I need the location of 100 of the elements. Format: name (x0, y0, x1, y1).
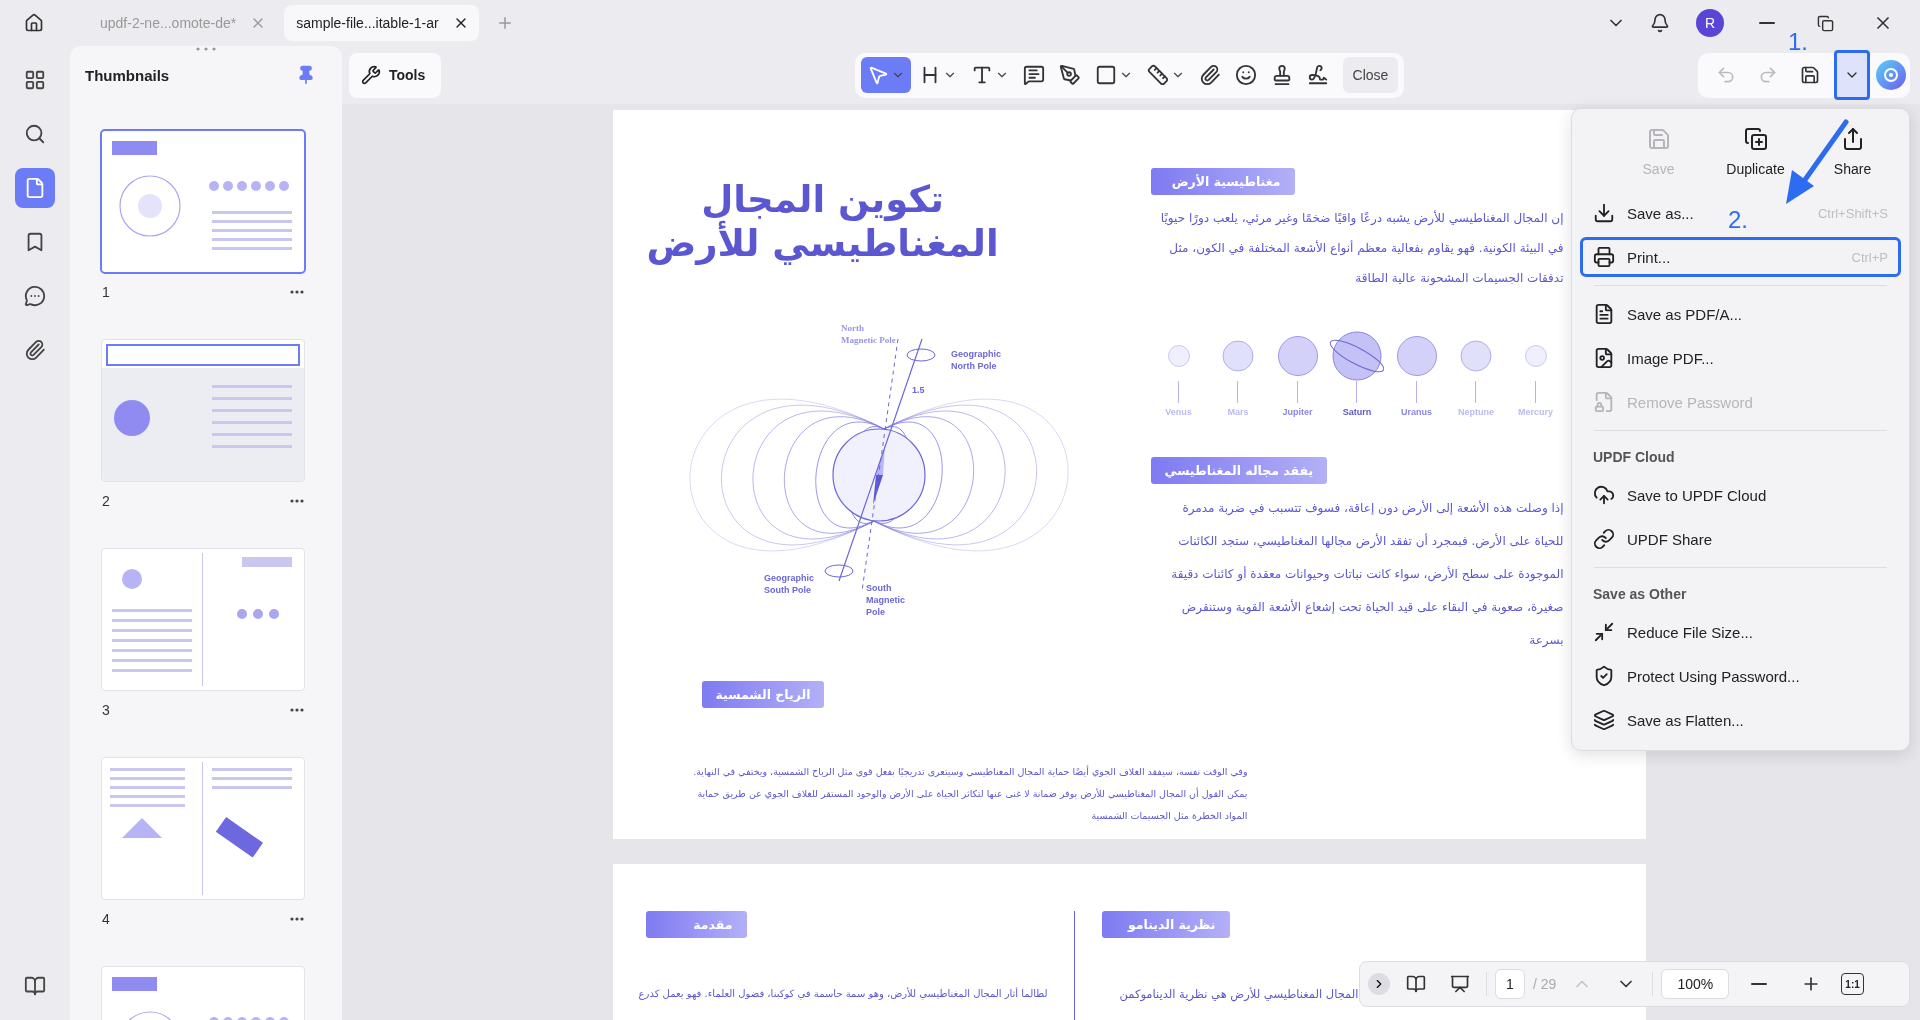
paragraph: وفي الوقت نفسه، سيفقد الغلاف الجوي أيضًا حماية المجال المغناطيسي وسيتعرى تدريجيًا بفعل قوى مثل الرياح الشمسية، ويختفي في النهاية. يمكن القول أن المجال المغناطيسي للأرض يوفر ضمانة لا غنى عنها لتكاثر الحياة على الأرض والوجود المستقر للغلاف الجوي عن طريق حماية المواد الخطرة مثل الجسيمات الشمسية (692, 764, 1248, 823)
menu-item[interactable]: Protect Using Password... (1580, 656, 1901, 696)
document-tab[interactable]: sample-file...itable-1-ar (284, 5, 479, 41)
close-tools-button[interactable]: Close (1342, 57, 1399, 93)
menu-item[interactable]: Reduce File Size... (1580, 612, 1901, 652)
menu-item[interactable]: Save to UPDF Cloud (1580, 475, 1901, 515)
assistant-button[interactable] (1876, 60, 1906, 90)
tick-mark (1534, 381, 1537, 403)
shield-icon (1593, 665, 1615, 687)
more-icon[interactable] (290, 917, 304, 921)
menu-section-title: Save as Other (1592, 585, 1688, 604)
paperclip-icon (1198, 64, 1221, 86)
tick-mark (1475, 381, 1477, 403)
page-number-field[interactable]: 1 (1495, 969, 1525, 999)
menu-action[interactable]: Share (1807, 121, 1898, 183)
presentation-icon (1450, 974, 1470, 994)
planet-label: Uranus (1401, 407, 1432, 417)
section-heading: يفقد مجاله المغناطيسي (1150, 457, 1328, 484)
section-heading: الرياح الشمسية (701, 681, 825, 708)
user-avatar[interactable]: R (1696, 9, 1724, 37)
tick-mark (1296, 381, 1299, 403)
sticker-icon (1234, 64, 1257, 86)
pin-icon[interactable] (296, 65, 316, 85)
page-title: تكوين المجال المغناطيسي للأرض (645, 178, 1000, 267)
grid-icon (24, 69, 46, 91)
tick-mark (1237, 381, 1239, 403)
diagram-label: 1.5 (911, 384, 924, 395)
menu-section-title: UPDF Cloud (1592, 448, 1676, 467)
comment-icon (1022, 64, 1045, 86)
document-icon (1593, 303, 1615, 325)
page-thumbnail[interactable] (102, 340, 304, 481)
page-number: 3 (102, 702, 110, 718)
page-number: 2 (102, 493, 110, 509)
panel-title: Thumbnails (85, 66, 170, 84)
diagram-label: Geographic North Pole (950, 348, 1001, 371)
printer-icon (1593, 246, 1615, 268)
diagram-label: South Magnetic Pole (865, 582, 905, 617)
comment-icon (24, 285, 46, 307)
planet-label: Venus (1165, 407, 1192, 417)
menu-item[interactable]: Save as Flatten... (1580, 700, 1901, 740)
planet-label: Mercury (1518, 407, 1553, 417)
tick-mark (1415, 381, 1418, 403)
locked-file-icon (1593, 391, 1615, 413)
section-heading: نظرية الدينامو (1101, 911, 1230, 938)
save-as-icon (1593, 202, 1615, 224)
page-thumbnail[interactable] (102, 758, 304, 899)
step-annotation: 1. (1788, 28, 1808, 56)
actual-size-button[interactable]: 1:1 (1841, 973, 1864, 995)
more-icon[interactable] (290, 290, 304, 294)
paragraph: إذا وصلت هذه الأشعة إلى الأرض دون إعاقة، فسوف تتسبب في ضربة مدمرة للحياة على الأرض. فبمجرد أن تفقد الأرض مجالها المغناطيسي، ستجد الكائنات الموجودة على سطح الأرض، سواء كانت نباتات وحيوانات معقدة أو كائنات دقيقة صغيرة، صعوبة في البقاء على قيد الحياة تحت إشعاع الأشعة القوية وستنقرض بسرعة (1170, 499, 1564, 649)
paragraph: إن المجال المغناطيسي للأرض يشبه درعًا واقيًا ضخمًا وغير مرئي، يلعب دورًا حيويًا في البيئة الكونية. فهو يقاوم بفعالية معظم أنواع الأشعة المختلفة في الكون، مثل تدفقات الجسيمات المشحونة عالية الطاقة (1159, 209, 1564, 287)
toolbox-icon (361, 65, 381, 85)
tick-mark (1177, 381, 1180, 403)
more-icon[interactable] (290, 708, 304, 712)
paperclip-icon (24, 339, 46, 361)
assistant-icon (1883, 67, 1899, 83)
search-icon (24, 123, 46, 145)
page-thumbnail[interactable] (102, 131, 304, 272)
bell-icon (1650, 13, 1670, 33)
page-icon (24, 177, 46, 199)
layers-icon (1593, 709, 1615, 731)
cloud-upload-icon (1593, 484, 1615, 506)
menu-item[interactable]: Image PDF... (1580, 338, 1901, 378)
paragraph: لطالما أثار المجال المغناطيسي للأرض، وهو سمة حاسمة في كوكبنا، فضول العلماء. فهو يعمل كدرع (638, 986, 1049, 1002)
planet-label: Jupiter (1282, 407, 1313, 417)
planet-label: Neptune (1458, 407, 1494, 417)
menu-item[interactable]: UPDF Share (1580, 519, 1901, 559)
ruler-icon (1146, 64, 1169, 86)
tick-mark (1356, 381, 1358, 403)
diagram-label: Geographic South Pole (763, 572, 814, 595)
menu-action[interactable]: Duplicate (1710, 121, 1801, 183)
drag-handle-icon[interactable] (195, 46, 217, 52)
page-thumbnail[interactable] (102, 549, 304, 690)
expand-button[interactable] (1368, 973, 1390, 995)
more-icon[interactable] (290, 499, 304, 503)
save-icon (1800, 65, 1820, 85)
restore-icon (1816, 14, 1834, 32)
page-total: / 29 (1533, 976, 1557, 992)
sidebar-button[interactable] (15, 168, 55, 208)
section-heading: مغناطيسية الأرض (1150, 168, 1295, 195)
two-page-icon (1406, 974, 1426, 994)
square-icon (1094, 64, 1117, 86)
undo-icon (1716, 65, 1736, 85)
tools-button[interactable]: Tools (349, 52, 441, 98)
link-icon (1593, 528, 1615, 550)
zoom-field[interactable]: 100% (1661, 969, 1730, 999)
menu-item[interactable]: Save as PDF/A... (1580, 294, 1901, 334)
planet-label: Mars (1227, 407, 1249, 417)
save-icon (1646, 127, 1671, 151)
image-file-icon (1593, 347, 1615, 369)
planet-label: Saturn (1342, 407, 1372, 417)
diagram-label: North Magnetic Pole (840, 322, 896, 345)
pen-icon (1058, 64, 1081, 86)
minimize-icon (1759, 22, 1775, 24)
book-icon (24, 975, 46, 997)
duplicate-icon (1743, 127, 1768, 151)
page-number: 1 (102, 284, 110, 300)
page-number: 4 (102, 911, 110, 927)
save-dropdown-button[interactable] (1834, 50, 1870, 100)
home-icon (24, 13, 44, 33)
